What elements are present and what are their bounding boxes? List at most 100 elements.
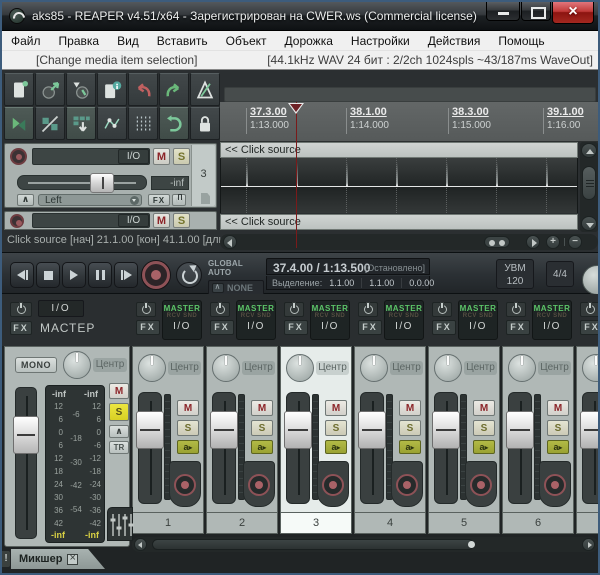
solo-button[interactable]: S [251,420,273,436]
fader-handle[interactable] [210,411,238,449]
mixer-scrollbar[interactable] [132,537,598,552]
menu-edit[interactable]: Правка [50,31,109,51]
master-fx-button[interactable]: FX [10,321,32,335]
selection-display[interactable]: Выделение: 1.1.00 1.1.00 0.0.00 [266,276,430,290]
channel-routing-button[interactable]: MASTER RCV SND I/O [162,300,202,340]
playhead-marker-icon[interactable] [288,103,304,114]
maximize-button[interactable] [521,2,551,21]
channel-power-button[interactable] [580,302,598,317]
grid-button[interactable] [128,107,158,140]
ripple-edit-button[interactable] [35,107,65,140]
fader-handle[interactable] [506,411,534,449]
channel-power-button[interactable] [136,302,156,317]
save-project-button[interactable] [66,73,96,106]
fader-handle[interactable] [136,411,164,449]
channel-fx-button[interactable]: FX [580,320,598,335]
volume-slider-handle[interactable] [90,173,114,193]
channel-number[interactable]: 3 [280,512,352,534]
channel-number[interactable]: 1 [132,512,204,534]
mixer-scroll-thumb[interactable] [152,539,474,550]
bpm-display[interactable]: УВМ 120 [496,259,534,289]
horizontal-scrollbar[interactable]: + − [220,234,598,250]
record-arm-button[interactable] [10,148,27,165]
automation-button[interactable]: a [473,440,495,454]
pan-knob[interactable] [582,354,598,382]
project-settings-button[interactable] [97,73,127,106]
docker-alert[interactable]: ! [2,551,10,567]
volume-fader[interactable] [434,392,458,504]
volume-fader[interactable] [582,392,598,504]
title-bar[interactable]: aks85 - REAPER v4.51/x64 - Зарегистриров… [2,2,598,31]
master-trim-button[interactable]: TR [109,441,129,454]
clip-left[interactable]: -inf [51,530,65,540]
mixer-scroll-right-button[interactable] [582,538,595,551]
repeat-button[interactable] [176,262,202,288]
loop-points-button[interactable] [159,107,189,140]
menu-insert[interactable]: Вставить [148,31,217,51]
zoom-out-button[interactable]: − [568,235,582,249]
volume-fader[interactable] [508,392,532,504]
master-fader-handle[interactable] [13,416,39,454]
position-display[interactable]: 37.4.00 / 1:13.500 [Остановлено] [266,258,430,275]
channel-fx-button[interactable]: FX [358,320,382,335]
media-item-label[interactable]: << Click source [220,214,578,230]
media-item-1[interactable]: << Click source [220,142,578,213]
channel-fx-button[interactable]: FX [284,320,308,335]
media-item-label[interactable]: << Click source [220,142,578,158]
solo-button[interactable]: S [173,148,190,165]
play-button[interactable] [62,262,86,288]
mute-button[interactable]: M [473,400,495,416]
mono-button[interactable]: MONO [15,357,57,373]
selection-start[interactable]: 1.1.00 [322,278,362,288]
menu-item[interactable]: Объект [217,31,276,51]
fader-handle[interactable] [358,411,386,449]
item-grouping-button[interactable] [4,107,34,140]
grid-snap-button[interactable] [66,107,96,140]
automation-button[interactable]: a [547,440,569,454]
volume-fader[interactable] [212,392,236,504]
scroll-left-button[interactable] [223,235,237,249]
automation-button[interactable]: a [325,440,347,454]
record-arm-button[interactable] [10,214,24,228]
fader-handle[interactable] [580,411,598,449]
mute-button[interactable]: M [153,148,170,165]
scroll-right-button[interactable] [526,235,540,249]
channel-routing-button[interactable]: MASTER RCV SND I/O [384,300,424,340]
master-volume-fader[interactable] [15,387,37,539]
channel-power-button[interactable] [284,302,304,317]
track-io-button[interactable]: I/O [118,149,149,164]
record-arm-button[interactable] [174,474,196,496]
fx-button[interactable]: FX [148,194,170,206]
close-button[interactable] [552,2,594,24]
menu-track[interactable]: Дорожка [276,31,342,51]
fader-handle[interactable] [432,411,460,449]
automation-button[interactable]: a [177,440,199,454]
vertical-scrollbar[interactable] [580,142,598,232]
menu-actions[interactable]: Действия [419,31,490,51]
vertical-scroll-thumb[interactable] [582,166,596,200]
channel-power-button[interactable] [210,302,230,317]
solo-button[interactable]: S [325,420,347,436]
open-project-button[interactable] [35,73,65,106]
channel-number[interactable] [576,512,598,534]
menu-view[interactable]: Вид [108,31,148,51]
record-arm-button[interactable] [248,474,270,496]
close-tab-icon[interactable] [67,554,78,565]
record-arm-button[interactable] [396,474,418,496]
automation-button[interactable]: a [399,440,421,454]
time-signature[interactable]: 4/4 [546,261,574,287]
playrate-knob[interactable] [582,265,600,295]
pan-knob[interactable] [212,354,240,382]
media-item-waveform[interactable] [220,158,578,213]
pan-knob[interactable] [508,354,536,382]
solo-button[interactable]: S [177,420,199,436]
channel-power-button[interactable] [358,302,378,317]
timeline-ruler[interactable]: 37.3.001:13.00038.1.001:14.00038.3.001:1… [220,102,598,142]
zoom-reset-button[interactable] [484,236,510,248]
record-arm-button[interactable] [470,474,492,496]
undo-button[interactable] [128,73,158,106]
volume-slider[interactable] [17,175,147,190]
solo-button[interactable]: S [173,213,190,228]
channel-routing-button[interactable]: MASTER RCV SND I/O [532,300,572,340]
channel-fx-button[interactable]: FX [136,320,160,335]
